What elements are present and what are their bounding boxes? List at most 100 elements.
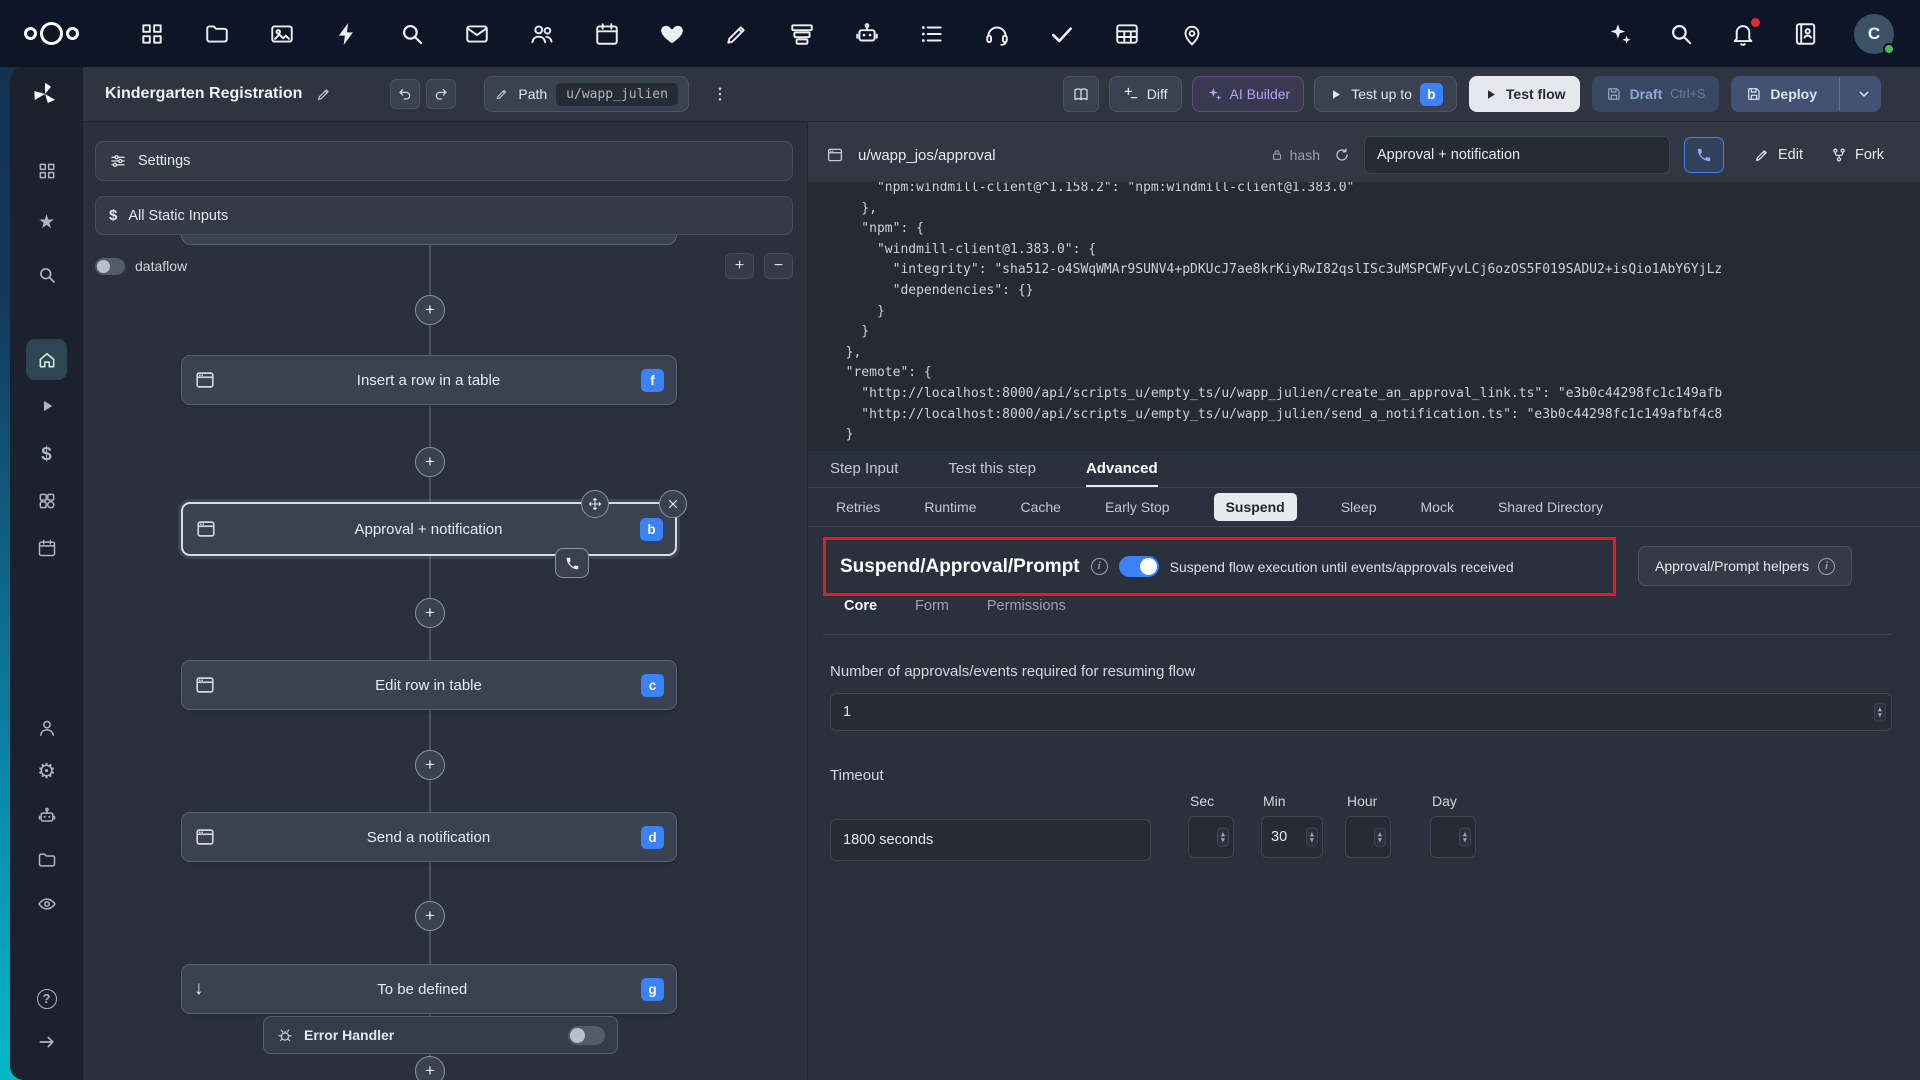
error-handler-toggle[interactable]: [568, 1025, 605, 1045]
contacts-menu-icon[interactable]: [1792, 21, 1818, 47]
delete-node-button[interactable]: [659, 490, 687, 518]
sidebar-audit-eye-icon[interactable]: [26, 883, 67, 924]
sidebar-runs-play-icon[interactable]: [26, 385, 67, 426]
number-spinner[interactable]: ▴ ▾: [1373, 827, 1386, 847]
tab-step-input[interactable]: Step Input: [830, 451, 898, 487]
sidebar-expand-arrow-icon[interactable]: [26, 1021, 67, 1062]
hash-pin[interactable]: hash: [1270, 147, 1320, 163]
suspend-phone-icon[interactable]: [555, 548, 589, 578]
tab-test-this-step[interactable]: Test this step: [948, 451, 1036, 487]
subtab-shared-directory[interactable]: Shared Directory: [1498, 499, 1603, 515]
day-stepper[interactable]: ▴ ▾: [1430, 816, 1476, 858]
edit-script-button[interactable]: Edit: [1754, 147, 1803, 163]
min-stepper[interactable]: 30 ▴ ▾: [1261, 816, 1323, 858]
refresh-icon[interactable]: [1334, 147, 1350, 163]
step-summary-input[interactable]: [1364, 136, 1670, 174]
sidebar-schedules-icon[interactable]: [26, 527, 67, 568]
approvals-count-input[interactable]: [831, 694, 1891, 730]
activity-icon[interactable]: [334, 21, 360, 47]
flow-path-chip[interactable]: Path u/wapp_julien: [484, 76, 689, 112]
sidebar-folders-icon[interactable]: [26, 839, 67, 880]
deploy-chevron-down-icon[interactable]: [1848, 86, 1880, 102]
dataflow-toggle[interactable]: [95, 257, 125, 275]
tab-core[interactable]: Core: [844, 598, 877, 626]
subtab-cache[interactable]: Cache: [1021, 499, 1061, 515]
search-app-icon[interactable]: [399, 21, 425, 47]
tab-form[interactable]: Form: [915, 598, 949, 626]
flow-node-approval-selected[interactable]: Approval + notification b: [181, 490, 687, 578]
flow-settings-button[interactable]: Settings: [95, 141, 793, 181]
fork-script-button[interactable]: Fork: [1831, 147, 1884, 163]
test-up-to-button[interactable]: Test up to b: [1314, 76, 1457, 112]
add-step-button[interactable]: +: [415, 295, 445, 325]
number-spinner[interactable]: ▴ ▾: [1305, 827, 1318, 847]
zoom-out-button[interactable]: −: [764, 253, 793, 279]
number-spinner[interactable]: ▴ ▾: [1873, 702, 1886, 722]
suspend-phone-button[interactable]: [1684, 137, 1724, 173]
add-step-button[interactable]: +: [415, 447, 445, 477]
maps-pin-icon[interactable]: [1179, 21, 1205, 47]
subtab-mock[interactable]: Mock: [1421, 499, 1454, 515]
flow-node-to-be-defined[interactable]: ↓ To be defined g: [181, 964, 677, 1014]
hour-stepper[interactable]: ▴ ▾: [1345, 816, 1391, 858]
sidebar-help-icon[interactable]: ?: [26, 978, 67, 1019]
talk-headset-icon[interactable]: [984, 21, 1010, 47]
mail-icon[interactable]: [464, 21, 490, 47]
tab-permissions[interactable]: Permissions: [987, 598, 1066, 626]
contacts-icon[interactable]: [529, 21, 555, 47]
undo-button[interactable]: [390, 79, 421, 109]
sidebar-variables-dollar-icon[interactable]: $: [26, 434, 67, 475]
ai-builder-button[interactable]: AI Builder: [1191, 76, 1305, 112]
zoom-in-button[interactable]: +: [725, 253, 754, 279]
move-node-handle[interactable]: [581, 490, 609, 518]
add-step-button[interactable]: +: [415, 750, 445, 780]
error-handler-row[interactable]: Error Handler: [263, 1016, 618, 1054]
notifications-bell-icon[interactable]: [1730, 17, 1760, 47]
deck-icon[interactable]: [789, 21, 815, 47]
unified-search-icon[interactable]: [1668, 21, 1694, 47]
photos-icon[interactable]: [269, 21, 295, 47]
calendar-icon[interactable]: [594, 21, 620, 47]
sidebar-favorites-star-icon[interactable]: ★: [26, 202, 67, 243]
number-spinner[interactable]: ▴ ▾: [1216, 827, 1229, 847]
assistant-robot-icon[interactable]: [854, 21, 880, 47]
subtab-sleep[interactable]: Sleep: [1341, 499, 1377, 515]
test-flow-button[interactable]: Test flow: [1468, 76, 1580, 112]
info-icon[interactable]: i: [1090, 558, 1108, 575]
add-step-button[interactable]: +: [415, 1056, 445, 1080]
timeout-input[interactable]: [831, 820, 1150, 860]
sidebar-users-icon[interactable]: [26, 707, 67, 748]
diff-button[interactable]: Diff: [1108, 76, 1182, 112]
sidebar-apps-icon[interactable]: [26, 150, 67, 191]
tasks-list-icon[interactable]: [919, 21, 945, 47]
subtab-runtime[interactable]: Runtime: [924, 499, 976, 515]
sidebar-search-icon[interactable]: [26, 254, 67, 295]
draft-button[interactable]: Draft Ctrl+S: [1591, 76, 1720, 112]
subtab-suspend[interactable]: Suspend: [1213, 493, 1297, 521]
notes-pencil-icon[interactable]: [724, 21, 750, 47]
sidebar-home-icon[interactable]: [26, 339, 67, 380]
redo-button[interactable]: [426, 79, 457, 109]
ai-sparkles-icon[interactable]: [1606, 21, 1632, 47]
number-spinner[interactable]: ▴ ▾: [1458, 827, 1471, 847]
add-step-button[interactable]: +: [415, 901, 445, 931]
dashboard-icon[interactable]: [139, 21, 165, 47]
sidebar-settings-gear-icon[interactable]: ⚙: [26, 751, 67, 792]
flow-node-insert-row[interactable]: Insert a row in a table f: [181, 355, 677, 405]
subtab-retries[interactable]: Retries: [836, 499, 880, 515]
tasks-check-icon[interactable]: [1049, 21, 1075, 47]
flow-node-edit-row[interactable]: Edit row in table c: [181, 660, 677, 710]
tables-icon[interactable]: [1114, 21, 1140, 47]
avatar[interactable]: C: [1854, 13, 1895, 55]
subtab-early-stop[interactable]: Early Stop: [1105, 499, 1170, 515]
flow-node-send-notification[interactable]: Send a notification d: [181, 812, 677, 862]
sec-stepper[interactable]: ▴ ▾: [1188, 816, 1234, 858]
more-menu-dots-icon[interactable]: [711, 85, 729, 103]
deploy-button[interactable]: Deploy: [1731, 76, 1881, 112]
sidebar-workers-icon[interactable]: [26, 795, 67, 836]
code-viewer[interactable]: "npm:windmill-client@^1.158.2": "npm:win…: [808, 182, 1920, 451]
files-icon[interactable]: [204, 21, 230, 47]
docs-book-button[interactable]: [1062, 76, 1099, 112]
windmill-logo-icon[interactable]: [30, 79, 60, 109]
sidebar-resources-icon[interactable]: [26, 480, 67, 521]
